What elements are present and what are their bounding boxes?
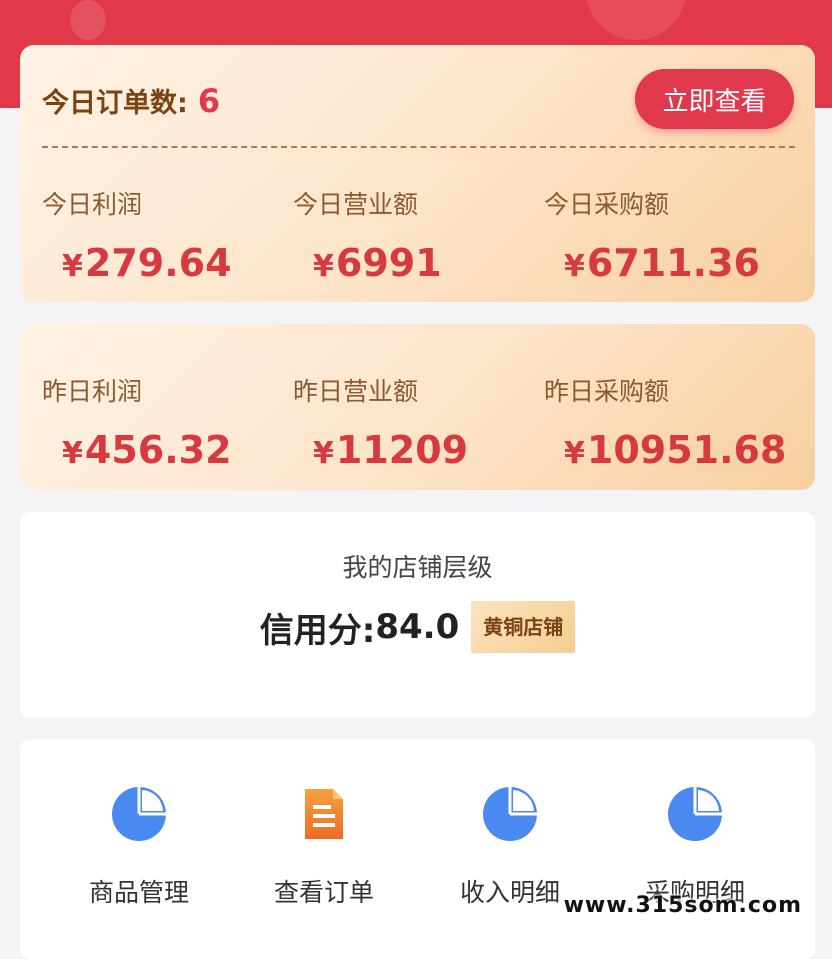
today-profit: 今日利润 ¥279.64 [42,185,292,285]
stat-value: ¥6991 [313,241,442,285]
watermark-text: www.315som.com [563,893,802,918]
menu-item-product-management[interactable]: 商品管理 [64,785,214,909]
pie-chart-icon [112,787,166,841]
decor-circle [70,0,106,40]
yesterday-profit: 昨日利润 ¥456.32 [42,372,292,472]
today-orders-count: 6 [197,82,221,120]
menu-item-label: 商品管理 [88,878,189,907]
today-orders: 今日订单数: 6 [42,81,220,120]
stat-label: 昨日营业额 [293,377,419,406]
yesterday-summary-card: 昨日利润 ¥456.32 昨日营业额 ¥11209 昨日采购额 ¥10951.6… [20,324,815,490]
yesterday-purchase: 昨日采购额 ¥10951.68 [544,372,794,472]
dashed-divider [42,146,795,148]
today-orders-label: 今日订单数: [42,88,188,119]
pie-chart-icon [668,787,722,841]
decor-circle [586,0,686,40]
menu-item-label: 查看订单 [273,878,374,907]
shop-level-card: 我的店铺层级 信用分: 84.0 黄铜店铺 [20,512,815,718]
menu-item-view-orders[interactable]: 查看订单 [249,785,399,909]
stat-label: 昨日利润 [42,377,143,406]
shop-level-title: 我的店铺层级 [342,553,493,582]
menu-item-income-details[interactable]: 收入明细 [435,785,585,909]
stat-value: ¥10951.68 [564,428,787,472]
credit-label: 信用分: [259,610,376,651]
today-revenue: 今日营业额 ¥6991 [293,185,543,285]
view-now-button[interactable]: 立即查看 [635,69,794,129]
stat-value: ¥6711.36 [564,241,760,285]
stat-label: 今日采购额 [544,190,670,219]
quick-menu: 商品管理 查看订单 收入明细 采购明细 [20,739,815,959]
document-icon [305,789,343,839]
stat-value: ¥279.64 [62,241,232,285]
pie-chart-icon [483,787,537,841]
menu-item-label: 收入明细 [459,878,560,907]
menu-item-purchase-details[interactable]: 采购明细 [620,785,770,909]
yesterday-revenue: 昨日营业额 ¥11209 [293,372,543,472]
credit-score: 信用分: 84.0 黄铜店铺 [20,601,815,653]
credit-value: 84.0 [375,607,460,647]
today-purchase: 今日采购额 ¥6711.36 [544,185,794,285]
stat-label: 今日利润 [42,190,143,219]
shop-tier-badge: 黄铜店铺 [471,601,576,653]
stat-value: ¥11209 [313,428,469,472]
today-summary-card: 今日订单数: 6 立即查看 今日利润 ¥279.64 今日营业额 ¥6991 今… [20,45,815,302]
stat-label: 昨日采购额 [544,377,670,406]
stat-label: 今日营业额 [293,190,419,219]
stat-value: ¥456.32 [62,428,232,472]
